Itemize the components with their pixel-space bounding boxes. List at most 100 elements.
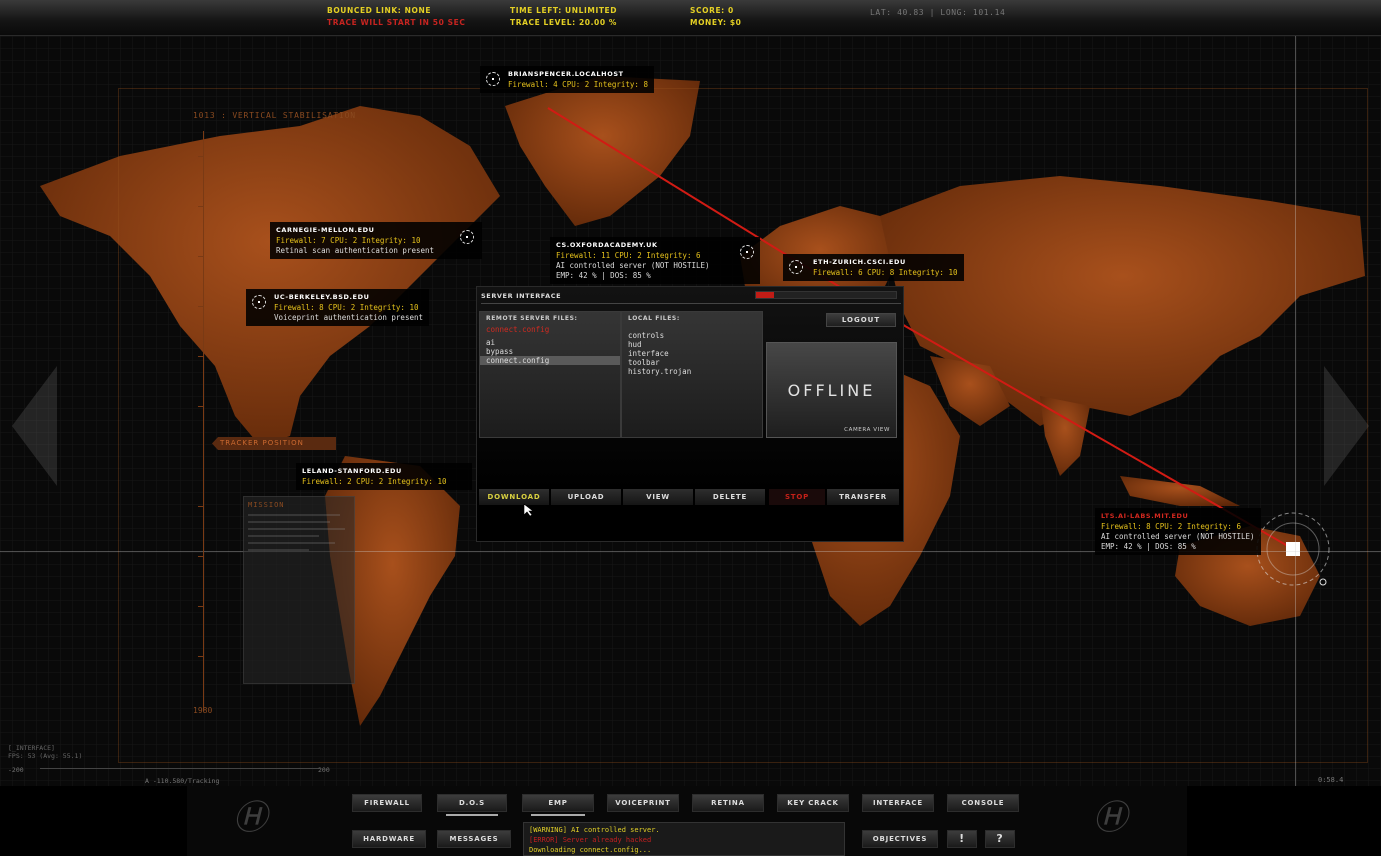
download-button[interactable]: DOWNLOAD (479, 489, 549, 505)
host-eth-zurich[interactable]: eth-zurich.csci.edu Firewall: 6 CPU: 8 I… (783, 254, 964, 281)
local-file-item[interactable]: controls (622, 331, 762, 340)
mission-title: MISSION (248, 501, 285, 509)
host-brianspencer[interactable]: brianspencer.localhost Firewall: 4 CPU: … (480, 66, 654, 93)
host-carnegie-mellon[interactable]: carnegie-mellon.edu Firewall: 7 CPU: 2 I… (270, 222, 482, 259)
key-crack-button[interactable]: KEY CRACK (777, 794, 849, 812)
ruler-tick (198, 306, 204, 307)
remote-files-header: REMOTE SERVER FILES: (486, 315, 578, 322)
interface-button[interactable]: INTERFACE (862, 794, 934, 812)
host-name: brianspencer.localhost (508, 70, 624, 78)
tracking-readout: A -110.580/Tracking (145, 777, 220, 785)
remote-selected-file[interactable]: connect.config (480, 325, 620, 334)
stop-button[interactable]: STOP (769, 489, 825, 505)
ruler-tick (198, 156, 204, 157)
hardware-button[interactable]: HARDWARE (352, 830, 426, 848)
local-file-item[interactable]: history.trojan (622, 367, 762, 376)
server-interface-window[interactable]: SERVER INTERFACE REMOTE SERVER FILES: co… (476, 286, 904, 542)
host-name: cs.oxfordacademy.uk (556, 241, 658, 249)
host-name: carnegie-mellon.edu (276, 226, 375, 234)
remote-file-item[interactable]: connect.config (480, 356, 620, 365)
message-line: [ERROR] Server already hacked (529, 836, 652, 844)
remote-file-item[interactable]: ai (480, 338, 620, 347)
mission-panel: MISSION (243, 496, 355, 684)
host-stats: Firewall: 6 CPU: 8 Integrity: 10 (813, 268, 958, 277)
debug-fps: FPS: 53 (Avg: 55.1) (8, 752, 83, 760)
debug-interface-label: [_INTERFACE] (8, 744, 55, 752)
score: Score: 0 (690, 6, 734, 15)
host-stats: Firewall: 7 CPU: 2 Integrity: 10 (276, 236, 421, 245)
scroll-right-arrow[interactable] (1324, 366, 1369, 486)
mouse-cursor-icon (523, 503, 534, 517)
tracker-position-label[interactable]: TRACKER POSITION (212, 437, 336, 450)
trace-warning: Trace will start in 50 sec (327, 18, 466, 27)
local-files-panel[interactable]: LOCAL FILES: controls hud interface tool… (621, 311, 763, 438)
mission-text-line (248, 528, 345, 530)
host-note: AI controlled server (NOT HOSTILE) (1101, 532, 1255, 541)
view-button[interactable]: VIEW (623, 489, 693, 505)
crosshair-icon (460, 230, 474, 244)
host-emp-dos: EMP: 42 % | DOS: 85 % (1101, 542, 1196, 551)
divider (481, 303, 901, 304)
host-uc-berkeley[interactable]: uc-berkeley.bsd.edu Firewall: 8 CPU: 2 I… (246, 289, 430, 326)
host-emp-dos: EMP: 42 % | DOS: 85 % (556, 271, 651, 280)
host-mit[interactable]: lts.ai-labs.mit.edu Firewall: 8 CPU: 2 I… (1095, 508, 1261, 555)
local-file-item[interactable]: hud (622, 340, 762, 349)
host-name: eth-zurich.csci.edu (813, 258, 906, 266)
time-left: Time left: UNLIMITED (510, 6, 618, 15)
ruler-tick (198, 406, 204, 407)
coordinates-readout: LAT: 40.83 | LONG: 101.14 (870, 8, 1006, 17)
file-actions: DOWNLOAD UPLOAD VIEW DELETE STOP TRANSFE… (479, 489, 899, 505)
world-map[interactable]: 1013 : VERTICAL STABILISATION 1980 TRACK… (0, 36, 1381, 786)
bottom-toolbar: Ⓗ Ⓗ FIREWALL D.O.S EMP VOICEPRINT RETINA… (0, 786, 1381, 856)
message-line: Downloading connect.config... (529, 846, 652, 854)
camera-status: OFFLINE (787, 381, 876, 400)
host-name: uc-berkeley.bsd.edu (274, 293, 370, 301)
mission-text-line (248, 549, 310, 551)
elapsed-time: 0:58.4 (1318, 776, 1344, 784)
host-name: lts.ai-labs.mit.edu (1101, 512, 1189, 520)
mission-text-line (248, 535, 320, 537)
camera-view: OFFLINE CAMERA VIEW (766, 342, 897, 438)
ruler-tick (198, 356, 204, 357)
host-leland-stanford[interactable]: leland-stanford.edu Firewall: 2 CPU: 2 I… (296, 463, 472, 490)
mission-text-line (248, 521, 330, 523)
ruler-tick (198, 556, 204, 557)
host-stats: Firewall: 11 CPU: 2 Integrity: 6 (556, 251, 701, 260)
emp-button[interactable]: EMP (522, 794, 594, 816)
local-file-item[interactable]: interface (622, 349, 762, 358)
local-file-item[interactable]: toolbar (622, 358, 762, 367)
firewall-button[interactable]: FIREWALL (352, 794, 422, 812)
host-stats: Firewall: 8 CPU: 2 Integrity: 6 (1101, 522, 1241, 531)
upload-button[interactable]: UPLOAD (551, 489, 621, 505)
objectives-button[interactable]: OBJECTIVES (862, 830, 938, 848)
ruler-bottom-label: 1980 (193, 706, 213, 715)
messages-button[interactable]: MESSAGES (437, 830, 511, 848)
remote-files-panel[interactable]: REMOTE SERVER FILES: connect.config ai b… (479, 311, 621, 438)
camera-view-label: CAMERA VIEW (844, 427, 890, 433)
message-line: [WARNING] AI controlled server. (529, 826, 660, 834)
ruler-left-value: -200 (8, 766, 24, 774)
delete-button[interactable]: DELETE (695, 489, 765, 505)
crosshair-vertical (1295, 36, 1296, 786)
scroll-left-arrow[interactable] (12, 366, 57, 486)
host-oxford[interactable]: cs.oxfordacademy.uk Firewall: 11 CPU: 2 … (550, 237, 760, 284)
crosshair-icon (486, 72, 500, 86)
host-stats: Firewall: 2 CPU: 2 Integrity: 10 (302, 477, 447, 486)
retina-button[interactable]: RETINA (692, 794, 764, 812)
ruler-top-label: 1013 : VERTICAL STABILISATION (193, 111, 356, 120)
message-log: [WARNING] AI controlled server. [ERROR] … (523, 822, 845, 856)
console-button[interactable]: CONSOLE (947, 794, 1019, 812)
host-stats: Firewall: 4 CPU: 2 Integrity: 8 (508, 80, 648, 89)
remote-file-item[interactable]: bypass (480, 347, 620, 356)
game-logo-icon: Ⓗ (1093, 797, 1127, 838)
trace-progress-bar (755, 291, 897, 299)
dos-button[interactable]: D.O.S (437, 794, 507, 816)
logout-button[interactable]: LOGOUT (826, 313, 896, 327)
alert-icon[interactable]: ! (947, 830, 977, 848)
voiceprint-button[interactable]: VOICEPRINT (607, 794, 679, 812)
ruler-tick (198, 256, 204, 257)
transfer-button[interactable]: TRANSFER (827, 489, 899, 505)
help-icon[interactable]: ? (985, 830, 1015, 848)
ruler-tick (198, 606, 204, 607)
crosshair-icon (252, 295, 266, 309)
